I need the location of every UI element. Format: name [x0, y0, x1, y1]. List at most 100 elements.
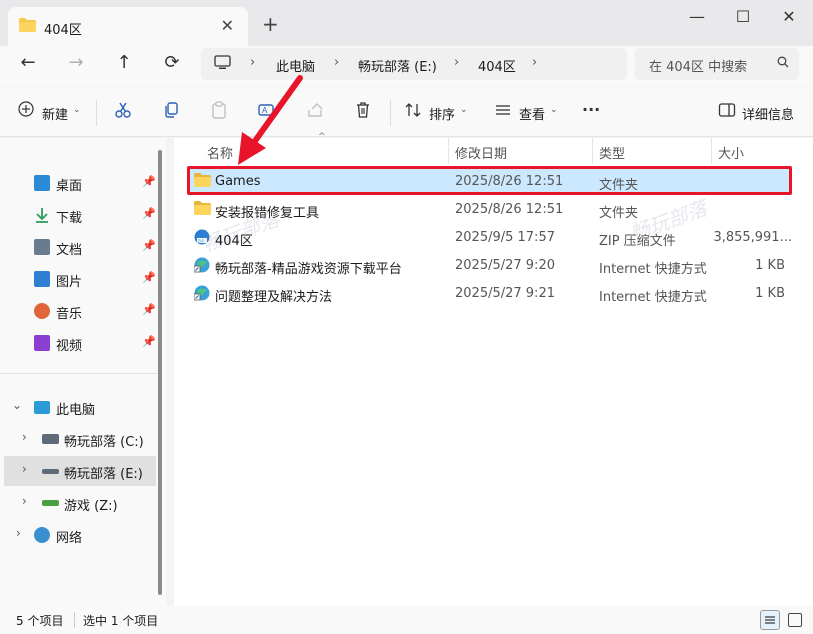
- desktop-icon: [34, 175, 50, 191]
- new-tab-button[interactable]: +: [262, 12, 279, 36]
- pin-icon: 📌: [142, 303, 156, 316]
- more-options-button[interactable]: ···: [582, 100, 600, 119]
- search-input[interactable]: 在 404区 中搜索: [635, 48, 799, 80]
- sidebar-item-desktop[interactable]: 桌面 📌: [0, 168, 156, 198]
- column-header-size[interactable]: 大小: [718, 143, 744, 162]
- view-button[interactable]: 查看: [519, 104, 545, 123]
- cut-icon[interactable]: [114, 101, 132, 124]
- file-date: 2025/9/5 17:57: [455, 230, 555, 245]
- chevron-down-icon: ⌄: [73, 105, 81, 115]
- toolbar-divider: [390, 100, 391, 126]
- file-date: 2025/5/27 9:20: [455, 258, 555, 273]
- file-row-shortcut-2[interactable]: 问题整理及解决方法 2025/5/27 9:21 Internet 快捷方式 1…: [188, 279, 792, 307]
- sidebar-item-music[interactable]: 音乐 📌: [0, 296, 156, 326]
- pictures-icon: [34, 271, 50, 287]
- toolbar-divider: [96, 100, 97, 126]
- up-button[interactable]: ↑: [112, 52, 136, 76]
- details-pane-icon: [718, 101, 736, 124]
- pin-icon: 📌: [142, 239, 156, 252]
- sidebar-item-drive-c[interactable]: › 畅玩部落 (C:): [0, 424, 156, 454]
- internet-shortcut-icon: [193, 285, 210, 304]
- tab-title: 404区: [44, 23, 82, 38]
- sidebar-item-videos[interactable]: 视频 📌: [0, 328, 156, 358]
- copy-icon[interactable]: [162, 101, 180, 124]
- chevron-down-icon: ⌄: [550, 105, 558, 115]
- tiles-view-button[interactable]: [788, 613, 802, 627]
- drive-icon: [42, 469, 59, 474]
- delete-icon[interactable]: [354, 101, 372, 124]
- sidebar-item-this-pc[interactable]: ⌄ 此电脑: [0, 392, 156, 422]
- breadcrumb-drive-e[interactable]: 畅玩部落 (E:): [358, 56, 437, 75]
- sort-button[interactable]: 排序: [429, 104, 455, 123]
- document-icon: [34, 239, 50, 255]
- status-bar: 5 个项目 选中 1 个项目: [0, 606, 813, 634]
- sidebar-item-network[interactable]: › 网络: [0, 520, 156, 550]
- computer-icon: [34, 401, 50, 414]
- music-icon: [34, 303, 50, 319]
- maximize-button[interactable]: ☐: [720, 4, 766, 30]
- sidebar-item-label: 图片: [56, 275, 83, 290]
- file-date: 2025/8/26 12:51: [455, 202, 564, 217]
- pin-icon: 📌: [142, 207, 156, 220]
- column-header-date[interactable]: 修改日期: [455, 143, 507, 162]
- sidebar-item-label: 畅玩部落 (E:): [64, 467, 143, 482]
- file-row-shortcut-1[interactable]: 畅玩部落-精品游戏资源下载平台 2025/5/27 9:20 Internet …: [188, 251, 792, 279]
- refresh-button[interactable]: ⟳: [160, 52, 184, 76]
- sidebar-top: [0, 148, 156, 152]
- pin-icon: 📌: [142, 335, 156, 348]
- chevron-right-icon: ›: [22, 430, 27, 444]
- close-tab-icon[interactable]: ✕: [221, 16, 234, 35]
- new-button[interactable]: 新建: [42, 104, 68, 123]
- view-icon: [494, 101, 512, 124]
- sidebar-item-drive-e[interactable]: › 畅玩部落 (E:): [4, 456, 156, 486]
- sidebar-item-documents[interactable]: 文档 📌: [0, 232, 156, 262]
- minimize-button[interactable]: —: [674, 4, 720, 30]
- breadcrumb-404[interactable]: 404区: [478, 56, 516, 75]
- internet-shortcut-icon: [193, 257, 210, 276]
- sidebar-item-label: 网络: [56, 531, 83, 546]
- highlight-box: [187, 166, 792, 195]
- column-divider[interactable]: [448, 138, 449, 164]
- breadcrumb-separator: ›: [454, 55, 460, 70]
- sidebar-item-label: 畅玩部落 (C:): [64, 435, 144, 450]
- file-date: 2025/5/27 9:21: [455, 286, 555, 301]
- drive-icon: [42, 434, 59, 444]
- paste-icon[interactable]: [210, 101, 228, 124]
- chevron-right-icon: ›: [22, 494, 27, 508]
- drive-icon: [42, 500, 59, 506]
- selected-count: 选中 1 个项目: [83, 614, 159, 628]
- sidebar-item-drive-z[interactable]: › 游戏 (Z:): [0, 488, 156, 518]
- network-icon: [34, 527, 50, 543]
- breadcrumb-separator: ›: [334, 55, 340, 70]
- chevron-right-icon: ›: [16, 526, 21, 540]
- back-button[interactable]: ←: [16, 52, 40, 76]
- column-divider[interactable]: [711, 138, 712, 164]
- sidebar-item-label: 文档: [56, 243, 83, 258]
- sidebar-item-downloads[interactable]: 下载 📌: [0, 200, 156, 230]
- folder-icon: [194, 201, 211, 218]
- sidebar-divider: [0, 373, 160, 374]
- file-name: 问题整理及解决方法: [215, 290, 333, 305]
- sidebar-scrollbar[interactable]: [158, 150, 162, 595]
- file-name: 畅玩部落-精品游戏资源下载平台: [215, 262, 402, 277]
- folder-icon: [19, 18, 36, 35]
- file-size: 3,855,991...: [713, 230, 792, 245]
- breadcrumb-separator: ›: [532, 55, 538, 70]
- tab-404[interactable]: 404区 ✕: [8, 7, 248, 46]
- sidebar-item-pictures[interactable]: 图片 📌: [0, 264, 156, 294]
- sidebar-item-label: 桌面: [56, 179, 83, 194]
- details-view-button[interactable]: [760, 610, 780, 630]
- chevron-down-icon: ⌄: [12, 398, 23, 412]
- search-placeholder: 在 404区 中搜索: [649, 60, 748, 75]
- download-icon: [34, 207, 50, 223]
- status-divider: [74, 612, 75, 628]
- column-divider[interactable]: [592, 138, 593, 164]
- annotation-arrow: [238, 75, 303, 165]
- file-size: 1 KB: [755, 258, 785, 273]
- forward-button[interactable]: →: [64, 52, 88, 76]
- computer-icon: [214, 55, 231, 73]
- column-header-type[interactable]: 类型: [599, 143, 625, 162]
- sidebar-item-label: 此电脑: [56, 403, 96, 418]
- details-button[interactable]: 详细信息: [742, 104, 794, 123]
- close-window-button[interactable]: ✕: [766, 4, 812, 30]
